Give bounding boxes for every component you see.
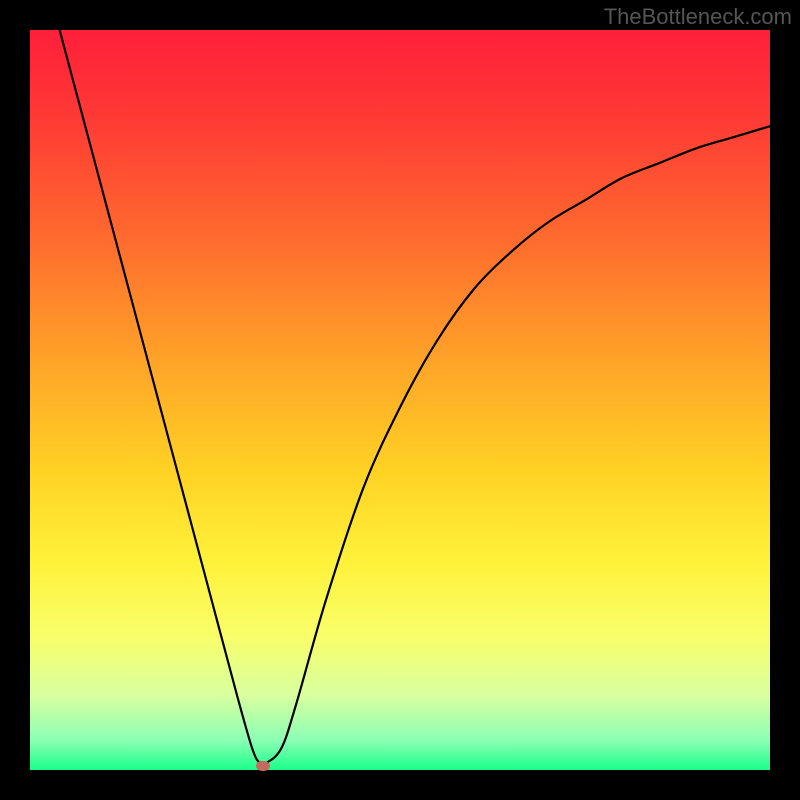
optimal-point-marker <box>256 761 270 771</box>
chart-frame <box>28 28 772 772</box>
bottleneck-curve <box>60 30 770 764</box>
watermark-text: TheBottleneck.com <box>604 4 792 30</box>
plot-area <box>30 30 770 770</box>
curve-layer <box>30 30 770 770</box>
